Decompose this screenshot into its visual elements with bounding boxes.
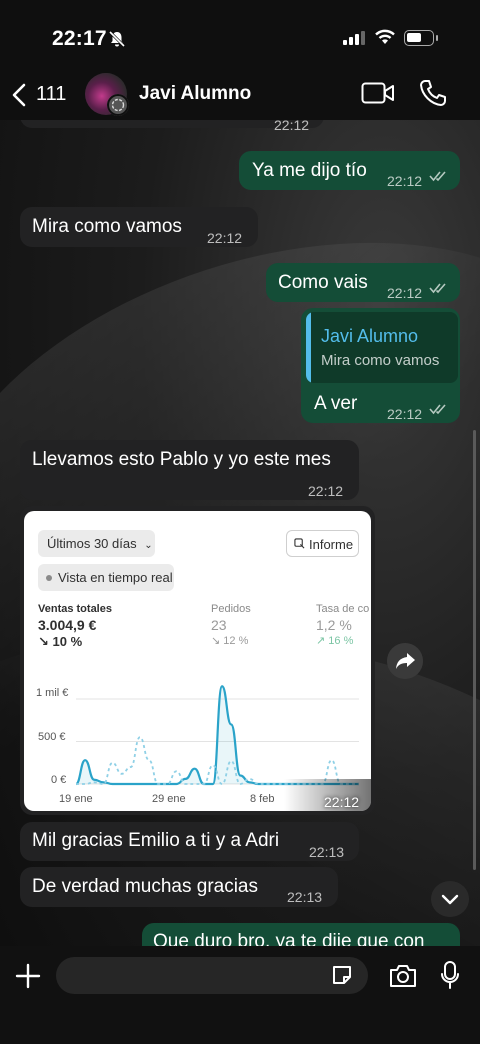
quote-author: Javi Alumno [321,326,419,346]
x-tick-label: 29 ene [152,793,186,805]
message-text: Llevamos esto Pablo y yo este mes [32,449,331,470]
live-label: Vista en tiempo real [58,570,173,585]
metric-label: Pedidos [211,603,251,615]
metric-value: 3.004,9 € [38,617,97,633]
composer-bar [0,946,480,1044]
read-ticks-icon [429,171,446,182]
metric-label: Tasa de co [316,603,370,615]
message-text: Como vais [278,272,368,293]
incoming-message[interactable]: Llevamos esto Pablo y yo este mes 22:12 [20,440,359,500]
metric-change: ↘ 12 % [211,635,249,647]
contact-name[interactable]: Javi Alumno [139,83,251,105]
message-time: 22:12 [387,173,423,189]
attach-plus-icon[interactable] [14,962,42,990]
message-text: A ver [314,393,358,414]
live-dot [46,575,52,581]
date-range-label: Últimos 30 días [47,536,137,551]
phone-call-icon[interactable] [418,78,448,108]
metric-change: ↗ 16 % [316,635,354,647]
message-text: Mira como vamos [32,216,182,237]
message-text: Ya me dijo tío [252,160,367,181]
wifi-icon [375,29,395,44]
message-text: Mil gracias Emilio a ti y a Adri [32,830,280,851]
status-time: 22:17 [52,27,107,50]
unread-count[interactable]: 111 [36,83,66,106]
message-text: De verdad muchas gracias [32,876,258,897]
analytics-screenshot[interactable]: Últimos 30 días ⌄ Informe Vista en tiemp… [24,511,371,811]
incoming-message[interactable]: Mil gracias Emilio a ti y a Adri 22:13 [20,822,359,861]
sales-line-chart [75,685,359,786]
live-view-chip: Vista en tiempo real [38,564,174,591]
incoming-message[interactable]: De verdad muchas gracias 22:13 [20,867,338,907]
message-time: 22:12 [324,794,360,810]
message-time: 22:13 [287,889,323,905]
status-bar: 22:17 [0,0,480,74]
metric-value: 1,2 % [316,617,352,633]
x-tick-label: 8 feb [250,793,275,805]
message-time: 22:13 [309,844,345,860]
back-chevron-icon[interactable] [10,82,28,108]
microphone-icon[interactable] [440,960,460,990]
message-time: 22:12 [207,230,243,246]
report-icon [294,538,305,549]
metric-change: ↘ 10 % [38,634,83,649]
read-ticks-icon [429,283,446,294]
metric-value: 23 [211,617,227,633]
quote-accent-bar [306,312,311,383]
scrollbar[interactable] [473,430,476,870]
x-tick-label: 19 ene [59,793,93,805]
video-call-icon[interactable] [361,81,395,105]
cellular-signal-icon [343,31,365,45]
header-backdrop: 111 Javi Alumno [0,73,480,120]
quoted-reply[interactable]: Javi Alumno Mira como vamos [306,312,458,383]
metric-label: Ventas totales [38,603,112,615]
camera-icon[interactable] [388,963,418,989]
incoming-message[interactable]: Mira como vamos 22:12 [20,207,258,247]
message-input[interactable] [56,957,368,994]
report-chip: Informe [286,530,359,557]
outgoing-message[interactable]: Como vais 22:12 [266,263,460,302]
report-label: Informe [309,537,354,552]
sticker-icon[interactable] [330,963,354,987]
read-ticks-icon [429,404,446,415]
outgoing-message[interactable]: Ya me dijo tío 22:12 [239,151,460,190]
forward-icon[interactable] [387,643,423,679]
status-ring-icon [107,94,129,116]
date-range-chip: Últimos 30 días ⌄ [38,530,155,557]
silent-bell-icon [108,30,126,48]
message-time: 22:12 [308,483,344,499]
message-time: 22:12 [387,285,423,301]
chevron-down-icon: ⌄ [144,540,153,551]
scroll-to-bottom-icon[interactable] [431,881,469,917]
battery-icon [404,30,438,46]
image-message[interactable]: Últimos 30 días ⌄ Informe Vista en tiemp… [20,506,375,815]
message-time: 22:12 [387,406,423,422]
quote-text: Mira como vamos [321,352,440,369]
